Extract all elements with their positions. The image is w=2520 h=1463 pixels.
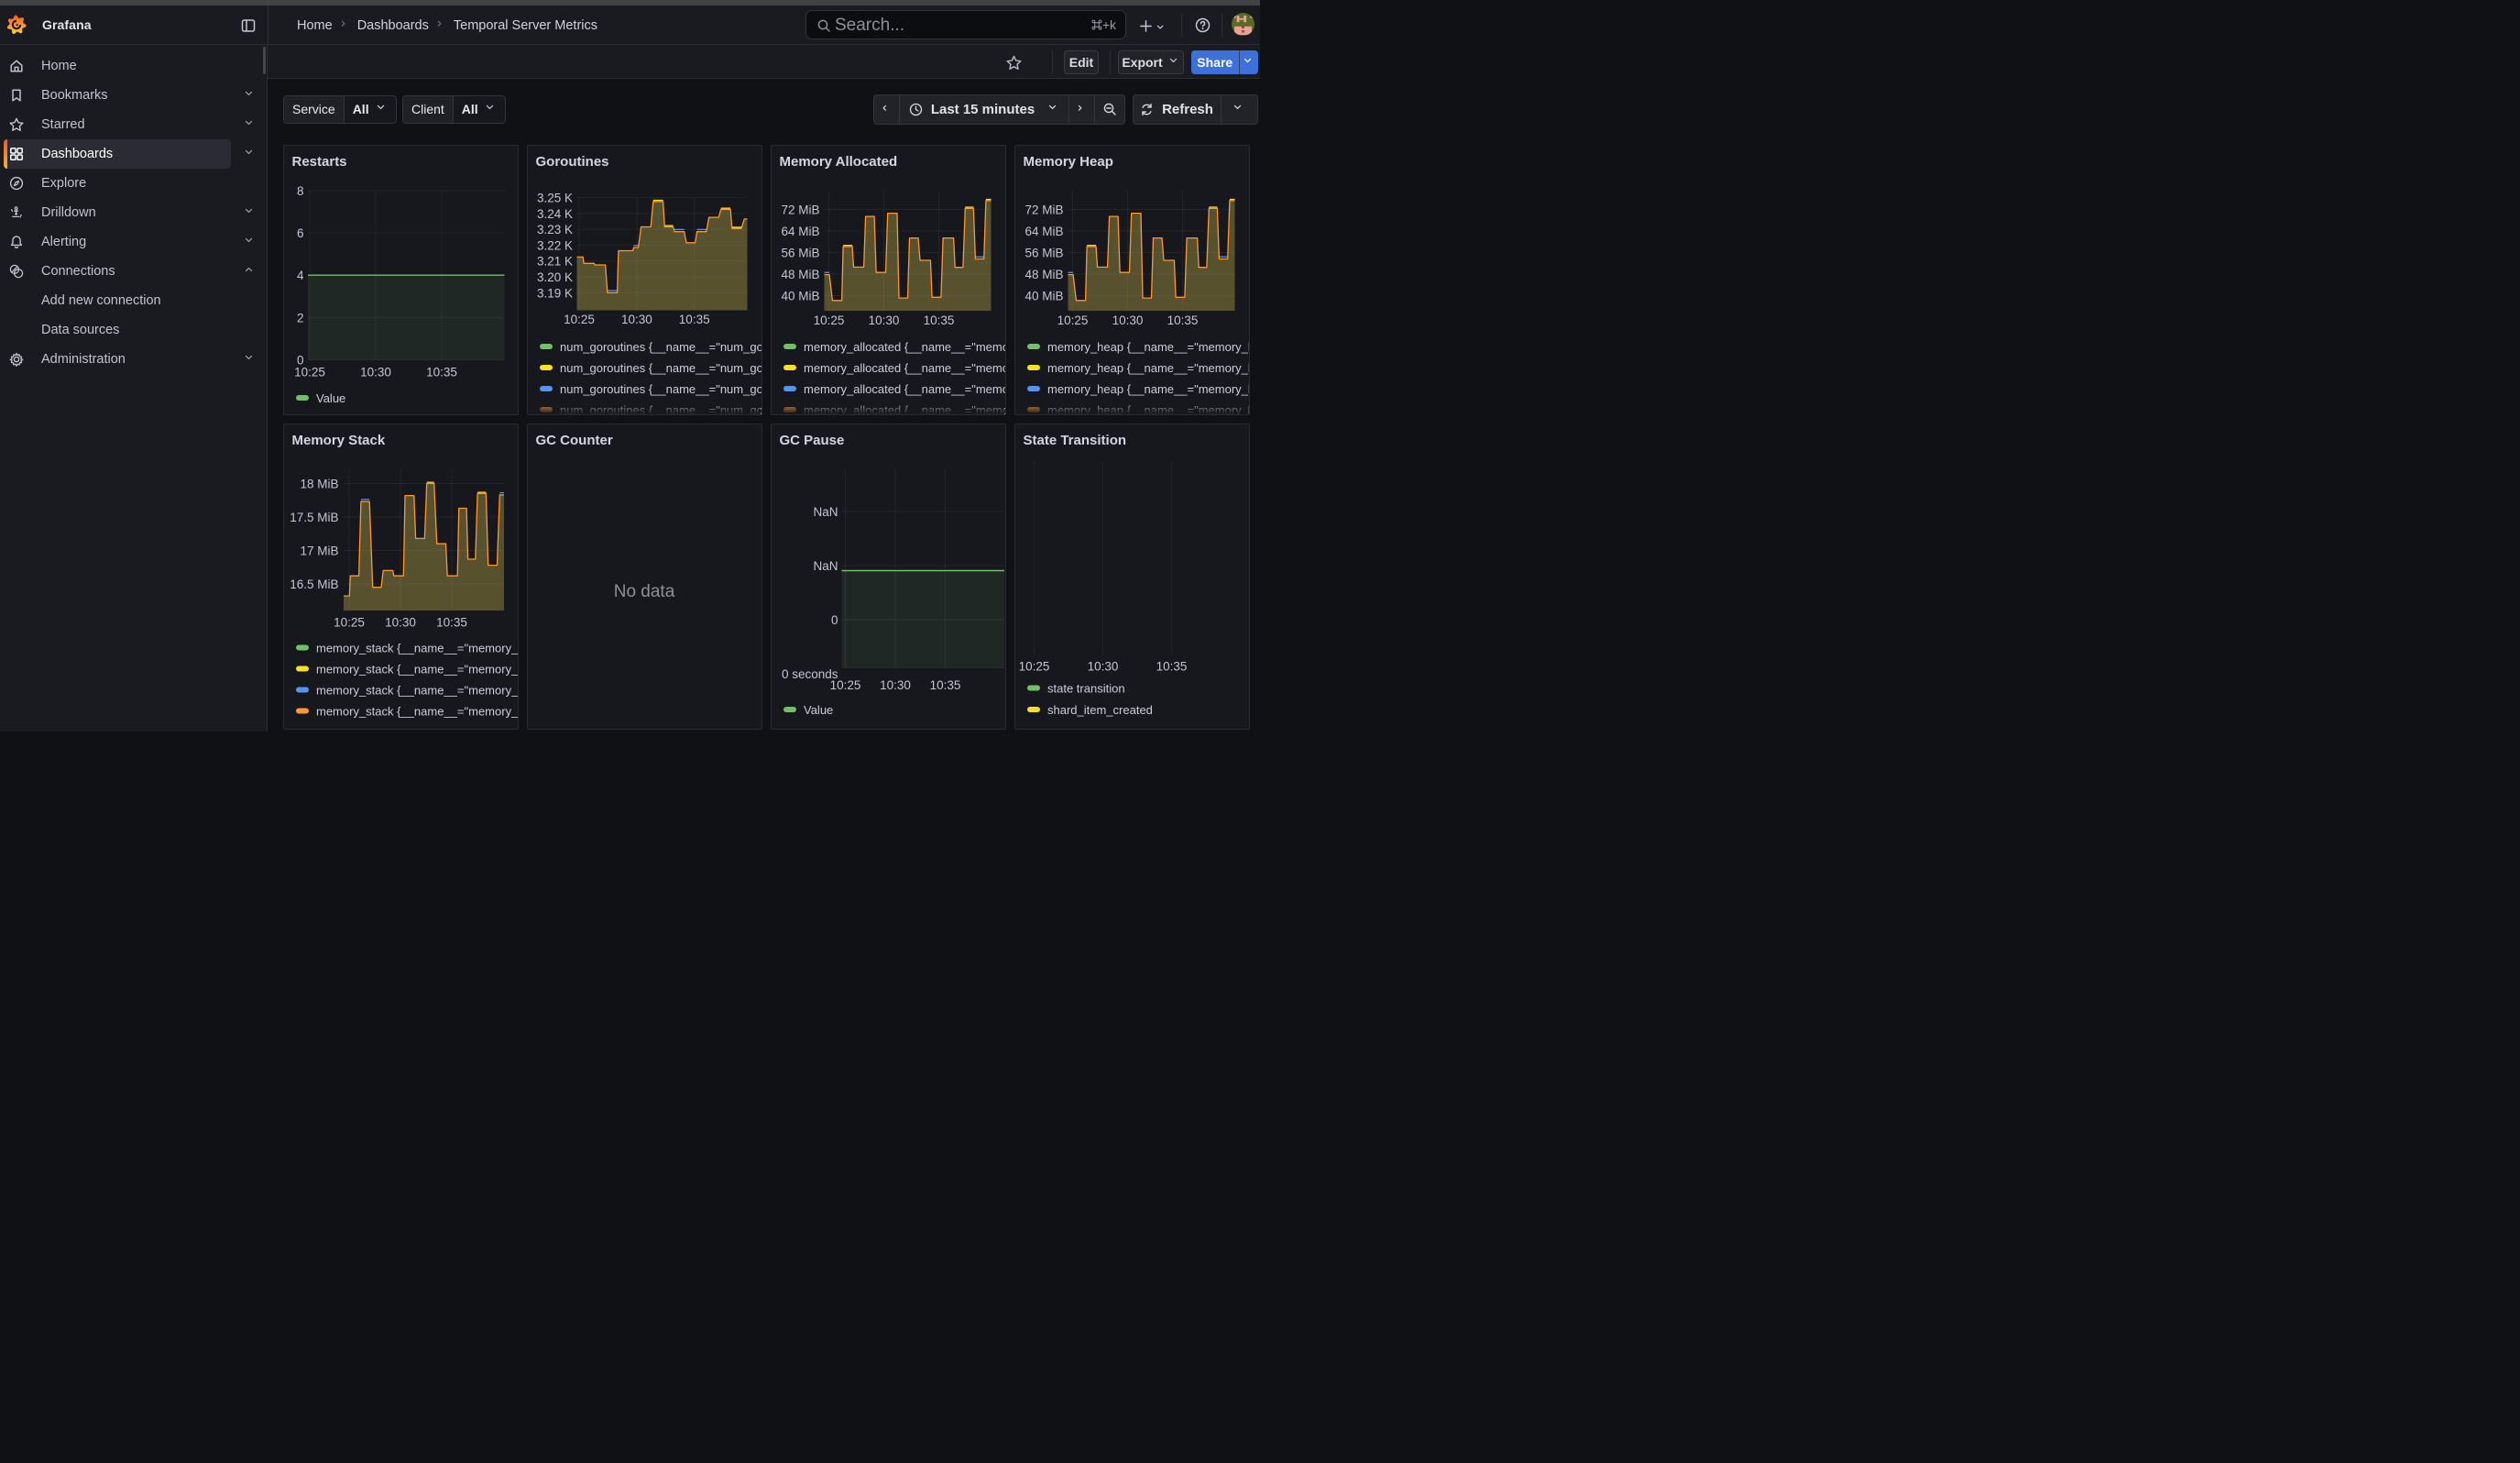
svg-text:17.5 MiB: 17.5 MiB [290, 511, 338, 524]
svg-text:10:35: 10:35 [678, 313, 709, 326]
svg-text:72 MiB: 72 MiB [781, 204, 819, 217]
svg-text:num_goroutines {__name__="num_: num_goroutines {__name__="num_gorou [560, 361, 762, 375]
svg-text:10:30: 10:30 [360, 366, 391, 380]
svg-text:10:25: 10:25 [334, 616, 365, 630]
svg-text:10:35: 10:35 [1167, 314, 1198, 327]
svg-text:10:25: 10:25 [1057, 314, 1088, 327]
svg-text:memory_allocated {__name__="me: memory_allocated {__name__="memor [804, 340, 1006, 354]
svg-text:10:35: 10:35 [923, 314, 954, 327]
svg-text:memory_stack {__name__="memory: memory_stack {__name__="memory_st [316, 705, 519, 719]
svg-text:memory_stack {__name__="memory: memory_stack {__name__="memory_st [316, 663, 519, 676]
svg-text:0: 0 [830, 613, 838, 627]
svg-text:40 MiB: 40 MiB [781, 290, 819, 303]
svg-text:memory_stack {__name__="memory: memory_stack {__name__="memory_st [316, 642, 519, 655]
svg-text:NaN: NaN [813, 559, 838, 573]
svg-text:memory_allocated {__name__="me: memory_allocated {__name__="memor [804, 382, 1006, 396]
svg-text:2: 2 [296, 311, 303, 324]
svg-text:10:25: 10:25 [564, 313, 595, 326]
svg-text:NaN: NaN [813, 505, 838, 519]
svg-text:72 MiB: 72 MiB [1024, 204, 1063, 217]
svg-text:64 MiB: 64 MiB [1024, 225, 1063, 238]
svg-text:10:25: 10:25 [829, 678, 860, 692]
svg-text:16.5 MiB: 16.5 MiB [290, 578, 338, 591]
svg-text:10:30: 10:30 [868, 314, 899, 327]
svg-text:3.20 K: 3.20 K [536, 270, 572, 284]
svg-text:10:30: 10:30 [385, 616, 416, 630]
svg-text:10:25: 10:25 [813, 314, 844, 327]
svg-text:56 MiB: 56 MiB [781, 247, 819, 260]
svg-text:18 MiB: 18 MiB [300, 478, 338, 491]
svg-text:10:35: 10:35 [436, 616, 467, 630]
svg-text:memory_heap {__name__="memory_: memory_heap {__name__="memory_he [1047, 340, 1250, 354]
svg-text:10:30: 10:30 [621, 313, 652, 326]
svg-text:3.22 K: 3.22 K [536, 238, 572, 252]
svg-text:num_goroutines {__name__="num_: num_goroutines {__name__="num_gorou [560, 382, 762, 396]
svg-text:memory_allocated {__name__="me: memory_allocated {__name__="memor [804, 361, 1006, 375]
svg-text:10:30: 10:30 [880, 678, 911, 692]
svg-text:48 MiB: 48 MiB [1024, 268, 1063, 281]
svg-text:3.21 K: 3.21 K [536, 255, 572, 269]
svg-text:17 MiB: 17 MiB [300, 544, 338, 558]
svg-text:10:35: 10:35 [426, 366, 457, 380]
svg-text:10:30: 10:30 [1087, 660, 1118, 674]
svg-text:num_goroutines {__name__="num_: num_goroutines {__name__="num_gorou [560, 340, 762, 354]
svg-text:state transition: state transition [1047, 682, 1125, 696]
svg-text:40 MiB: 40 MiB [1024, 290, 1063, 303]
svg-text:10:35: 10:35 [1156, 660, 1187, 674]
svg-text:3.25 K: 3.25 K [536, 192, 572, 205]
svg-text:memory_heap {__name__="memory_: memory_heap {__name__="memory_he [1047, 361, 1250, 375]
svg-text:3.19 K: 3.19 K [536, 286, 572, 300]
svg-text:10:25: 10:25 [1018, 660, 1049, 674]
svg-text:memory_heap {__name__="memory_: memory_heap {__name__="memory_he [1047, 382, 1250, 396]
svg-text:3.24 K: 3.24 K [536, 207, 572, 221]
svg-text:48 MiB: 48 MiB [781, 268, 819, 281]
svg-text:Value: Value [804, 703, 833, 717]
svg-text:8: 8 [296, 184, 303, 198]
svg-text:64 MiB: 64 MiB [781, 225, 819, 238]
svg-text:56 MiB: 56 MiB [1024, 247, 1063, 260]
svg-text:10:25: 10:25 [294, 366, 325, 380]
svg-text:10:30: 10:30 [1112, 314, 1143, 327]
svg-text:memory_stack {__name__="memory: memory_stack {__name__="memory_st [316, 684, 519, 698]
svg-text:6: 6 [296, 226, 303, 240]
svg-text:4: 4 [296, 269, 303, 282]
svg-text:Value: Value [316, 391, 345, 405]
svg-text:3.23 K: 3.23 K [536, 223, 572, 236]
svg-text:10:35: 10:35 [929, 678, 960, 692]
svg-text:shard_item_created: shard_item_created [1047, 703, 1153, 717]
